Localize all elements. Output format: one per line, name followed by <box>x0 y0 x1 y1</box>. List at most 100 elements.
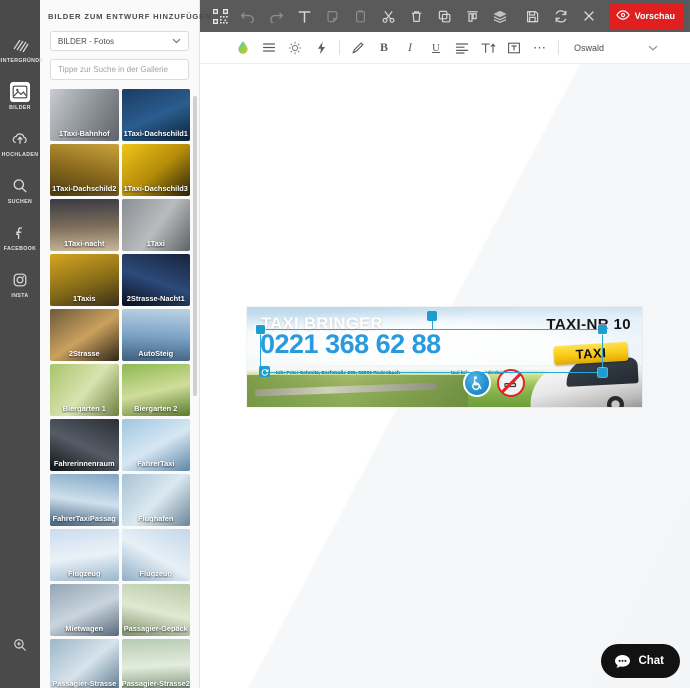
zoom-in-icon[interactable] <box>0 630 40 660</box>
gallery-thumbnail[interactable]: 2Strasse <box>50 308 119 361</box>
category-select[interactable]: BILDER - Fotos <box>50 31 189 52</box>
gallery-thumbnail-label: Biergarten 2 <box>134 403 178 413</box>
gallery-thumbnail[interactable]: AutoSteig <box>121 308 190 361</box>
gallery-thumbnail[interactable]: 1Taxi-Dachschild3 <box>121 143 190 196</box>
category-value: BILDER - Fotos <box>58 36 115 46</box>
gallery-thumbnail[interactable]: Passagier-Strasse2 <box>121 638 190 688</box>
gallery-thumbnail[interactable]: Passagier-Gepäck <box>121 583 190 636</box>
align-top-icon[interactable] <box>458 3 486 29</box>
gallery-thumbnail-label: Passagier-Gepäck <box>123 623 188 633</box>
font-family-select[interactable]: Oswald <box>574 43 604 53</box>
design-taxi-number-text[interactable]: TAXI-NR 10 <box>546 316 631 333</box>
design-phone-text[interactable]: 0221 368 62 88 <box>260 331 441 358</box>
gallery-thumbnail[interactable]: 1Taxi-Bahnhof <box>50 88 119 141</box>
sidebar-item-bilder[interactable]: BILDER <box>0 73 40 120</box>
gallery-thumbnail[interactable]: 2Strasse-Nacht1 <box>121 253 190 306</box>
paste-icon[interactable] <box>346 3 374 29</box>
preview-button[interactable]: Vorschau <box>608 3 684 29</box>
upload-cloud-icon <box>10 129 30 149</box>
close-icon[interactable] <box>575 3 603 29</box>
gallery-thumbnail[interactable]: Biergarten 1 <box>50 363 119 416</box>
sidebar-item-hintergruende[interactable]: HINTERGRÜNDE <box>0 26 43 73</box>
gallery-thumbnail-label: 1Taxi-Dachschild2 <box>52 183 117 193</box>
taxi-car-image: TAXI <box>528 341 642 407</box>
sidebar-label-facebook-suchen: SUCHEN <box>7 199 33 205</box>
gallery-thumbnail-label: 1Taxi <box>146 238 165 248</box>
gallery-thumbnail[interactable]: 1Taxi-Dachschild2 <box>50 143 119 196</box>
gallery-thumbnail-label: Biergarten 1 <box>62 403 106 413</box>
gallery-thumbnail[interactable]: FahrerTaxi <box>121 418 190 471</box>
gallery-thumbnail-label: Flughafen <box>138 513 174 523</box>
gallery-thumbnail[interactable]: Flugzeug <box>121 528 190 581</box>
chat-bubble-icon <box>614 654 631 669</box>
roof-sign-label: TAXI <box>575 345 607 362</box>
chat-label: Chat <box>638 655 664 667</box>
brightness-icon[interactable] <box>282 36 308 60</box>
gallery-thumbnail-label: Flugzeug <box>68 568 101 578</box>
gallery-thumbnail-label: Mietwagen <box>65 623 104 633</box>
text-box-icon[interactable] <box>501 36 527 60</box>
gallery-thumbnail[interactable]: 1Taxi <box>121 198 190 251</box>
gallery-thumbnail[interactable]: 1Taxi-Dachschild1 <box>121 88 190 141</box>
chevron-down-icon <box>172 37 181 46</box>
left-icon-rail: HINTERGRÜNDE BILDER HOCHLADEN SUCHEN FAC… <box>0 0 43 688</box>
undo-icon[interactable] <box>234 3 262 29</box>
copy-icon[interactable] <box>430 3 458 29</box>
gallery-thumbnail[interactable]: Mietwagen <box>50 583 119 636</box>
bold-icon[interactable]: B <box>371 36 397 60</box>
gallery-thumbnail-label: FahrerTaxiPassag <box>52 513 116 523</box>
redo-icon[interactable] <box>262 3 290 29</box>
trash-icon[interactable] <box>402 3 430 29</box>
wheelchair-icon[interactable] <box>463 369 491 397</box>
gallery-thumbnail-label: 2Strasse-Nacht1 <box>126 293 185 303</box>
font-size-icon[interactable] <box>475 36 501 60</box>
refresh-icon[interactable] <box>547 3 575 29</box>
text-icon[interactable] <box>290 3 318 29</box>
car-wheel <box>607 396 624 407</box>
gallery-thumbnail[interactable]: 1Taxis <box>50 253 119 306</box>
preview-label: Vorschau <box>634 11 675 21</box>
save-icon[interactable] <box>519 3 547 29</box>
main-area: Vorschau B I U ⋯ Oswald TAXI TAXI BRINGE… <box>200 0 690 688</box>
sidebar-item-hochladen[interactable]: HOCHLADEN <box>0 120 40 167</box>
effects-icon[interactable] <box>308 36 334 60</box>
design-canvas[interactable]: TAXI TAXI BRINGER 0221 368 62 88 Inh: Pe… <box>247 307 642 407</box>
gallery-thumbnail-label: FahrerTaxi <box>137 458 175 468</box>
toolbar-separator <box>339 40 340 55</box>
gallery-search-placeholder: Tippe zur Suche in der Gallerie <box>58 64 168 74</box>
gallery-thumbnail[interactable]: Flughafen <box>121 473 190 526</box>
canvas-area[interactable]: TAXI TAXI BRINGER 0221 368 62 88 Inh: Pe… <box>200 64 690 688</box>
more-options-icon[interactable]: ⋯ <box>527 36 553 60</box>
chevron-down-icon[interactable] <box>648 43 658 53</box>
toolbar-separator-2 <box>558 40 559 55</box>
chat-widget-button[interactable]: Chat <box>601 644 680 678</box>
gallery-thumbnail-label: Passagier-Strasse <box>52 678 117 688</box>
lines-icon[interactable] <box>256 36 282 60</box>
gallery-thumbnail[interactable]: Flugzeug <box>50 528 119 581</box>
sidebar-item-suchen[interactable]: SUCHEN <box>0 167 40 214</box>
gallery-thumbnail[interactable]: FahrerTaxiPassag <box>50 473 119 526</box>
design-imprint-text[interactable]: Inh: Peter Schmitz, Dorfstraße 200, 5099… <box>276 371 400 376</box>
cut-icon[interactable] <box>374 3 402 29</box>
sticker-icon[interactable] <box>318 3 346 29</box>
italic-icon[interactable]: I <box>397 36 423 60</box>
layers-icon[interactable] <box>486 3 514 29</box>
sidebar-item-insta[interactable]: INSTA <box>0 261 40 308</box>
gallery-thumbnail[interactable]: 1Taxi-nacht <box>50 198 119 251</box>
color-drop-icon[interactable] <box>230 36 256 60</box>
facebook-icon <box>10 223 30 243</box>
gallery-thumbnail-label: Passagier-Strasse2 <box>121 678 190 688</box>
no-smoking-icon[interactable] <box>497 369 525 397</box>
gallery-thumbnail[interactable]: Fahrerinnenraum <box>50 418 119 471</box>
underline-icon[interactable]: U <box>423 36 449 60</box>
gallery-thumbnail[interactable]: Biergarten 2 <box>121 363 190 416</box>
gallery-thumbnail[interactable]: Passagier-Strasse <box>50 638 119 688</box>
sidebar-label-hochladen: HOCHLADEN <box>1 152 39 158</box>
sidebar-item-facebook[interactable]: FACEBOOK <box>0 214 40 261</box>
panel-scrollbar[interactable] <box>193 96 197 396</box>
gallery-search-input[interactable]: Tippe zur Suche in der Gallerie <box>50 59 189 80</box>
pencil-icon[interactable] <box>345 36 371 60</box>
align-left-icon[interactable] <box>449 36 475 60</box>
thumbnail-grid[interactable]: 1Taxi-Bahnhof 1Taxi-Dachschild1 1Taxi-Dach… <box>40 88 199 688</box>
editor-toolbar: Vorschau <box>200 0 690 32</box>
